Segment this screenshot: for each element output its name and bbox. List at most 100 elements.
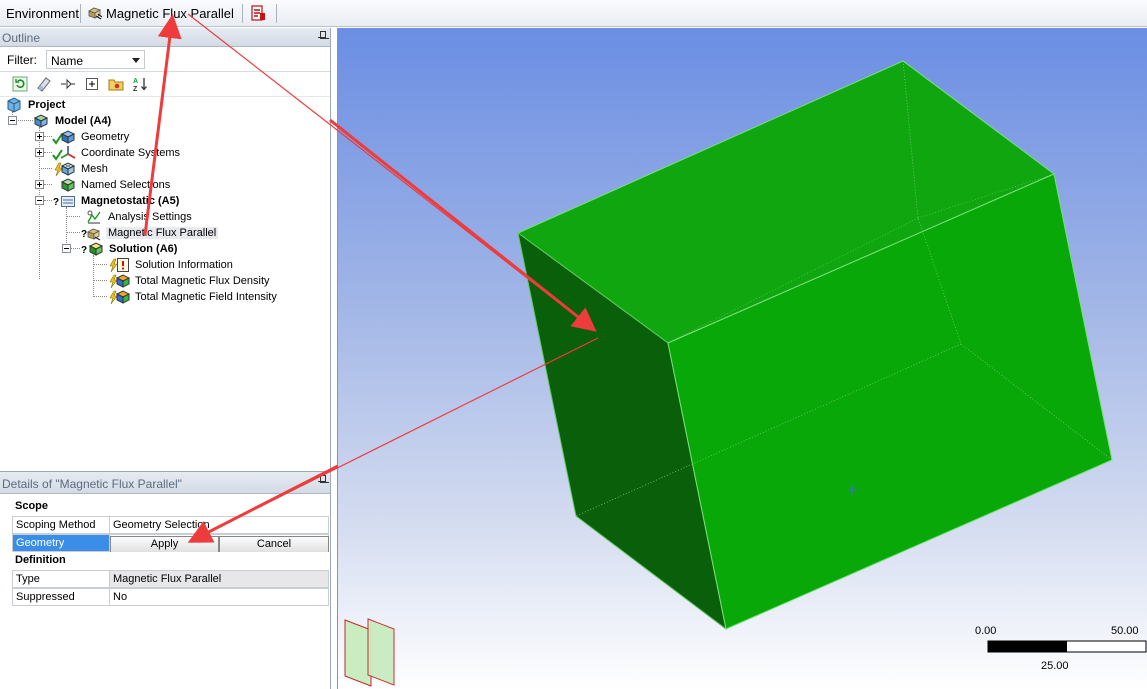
geometry-value-cell: Apply Cancel [109, 534, 329, 553]
svg-text:A: A [133, 78, 138, 85]
filter-input[interactable] [151, 50, 296, 69]
tree-item-magnetostatic[interactable]: ? Magnetostatic (A5) [52, 193, 179, 209]
group-label: Scope [0, 498, 330, 516]
tree-label: Coordinate Systems [81, 147, 181, 159]
tree-item-mesh[interactable]: Mesh [52, 161, 108, 177]
tree-expander[interactable] [35, 180, 44, 189]
tree-label: Solution Information [135, 259, 233, 271]
analysis-settings-icon [86, 209, 102, 225]
named-selection-icon [60, 177, 76, 193]
geometry-icon [60, 129, 76, 145]
folder-icon[interactable] [108, 76, 124, 92]
tree-item-model[interactable]: Model (A4) [33, 113, 111, 129]
details-row-scoping-method: Scoping Method Geometry Selection [0, 516, 330, 534]
context-toolbar: Environment Magnetic Flux Parallel [0, 0, 1147, 27]
tree-expander[interactable] [8, 116, 17, 125]
tree-item-project[interactable]: Project [6, 97, 65, 113]
scale-label-mid: 25.00 [1041, 660, 1069, 672]
tree-connector [66, 207, 67, 249]
edit-icon[interactable] [36, 76, 52, 92]
tree-item-coordinate-systems[interactable]: Coordinate Systems [52, 145, 180, 161]
sort-az-icon[interactable]: AZ [132, 76, 148, 93]
analysis-icon [60, 193, 76, 209]
property-label: Suppressed [12, 588, 109, 606]
definition-group-header[interactable]: Definition [0, 552, 330, 570]
outline-title-bar: Outline [0, 28, 330, 47]
magnetic-flux-parallel-button[interactable]: Magnetic Flux Parallel [84, 3, 237, 24]
details-row-suppressed: Suppressed No [0, 588, 330, 606]
tree-item-total-magnetic-field-intensity[interactable]: Total Magnetic Field Intensity [107, 289, 277, 305]
tree-item-named-selections[interactable]: Named Selections [60, 177, 170, 193]
tree-item-magnetic-flux-parallel[interactable]: ? Magnetic Flux Parallel [80, 225, 219, 241]
pin-icon[interactable] [318, 31, 326, 42]
outline-title: Outline [2, 31, 41, 45]
magnetic-flux-parallel-label: Magnetic Flux Parallel [106, 6, 234, 21]
filter-row: Filter: Name [0, 47, 330, 72]
tree-item-total-magnetic-flux-density[interactable]: Total Magnetic Flux Density [107, 273, 270, 289]
scale-bar [987, 640, 1147, 653]
tree-connector [44, 136, 52, 137]
details-title-bar: Details of "Magnetic Flux Parallel" [0, 472, 330, 494]
tree-label: Total Magnetic Flux Density [135, 275, 270, 287]
details-title: Details of "Magnetic Flux Parallel" [2, 477, 182, 491]
tree-expander[interactable] [62, 244, 71, 253]
filter-select[interactable]: Name [46, 50, 145, 69]
tree-item-analysis-settings[interactable]: Analysis Settings [86, 209, 192, 225]
tree-connector [93, 255, 94, 297]
tree-connector [93, 296, 107, 297]
scoping-method-select[interactable]: Geometry Selection [109, 516, 329, 534]
property-label: Scoping Method [12, 516, 109, 534]
property-label: Type [12, 570, 109, 588]
coordinate-axes-icon [60, 145, 76, 161]
details-row-type: Type Magnetic Flux Parallel [0, 570, 330, 588]
environment-menu[interactable]: Environment [6, 6, 79, 21]
tree-label: Magnetic Flux Parallel [106, 227, 219, 239]
tree-expander[interactable] [35, 132, 44, 141]
outline-icon-toolbar: AZ [0, 72, 330, 97]
info-icon [115, 257, 131, 273]
refresh-icon[interactable] [12, 76, 28, 92]
property-label[interactable]: Geometry [12, 534, 109, 552]
tree-label: Total Magnetic Field Intensity [135, 291, 277, 303]
group-label: Definition [0, 552, 330, 570]
tree-label: Magnetostatic (A5) [81, 195, 180, 207]
tree-connector [39, 168, 52, 169]
graphics-viewport[interactable]: 0.00 50.00 25.00 [337, 28, 1147, 689]
details-panel: Details of "Magnetic Flux Parallel" Scop… [0, 471, 331, 689]
collapse-icon[interactable] [60, 76, 76, 92]
tree-item-solution[interactable]: ? Solution (A6) [80, 241, 177, 257]
model-icon [33, 113, 49, 129]
scope-group-header[interactable]: Scope [0, 498, 330, 516]
project-icon [6, 97, 22, 113]
pin-icon[interactable] [318, 475, 326, 486]
tree-expander[interactable] [35, 148, 44, 157]
view-triad-icon[interactable] [344, 618, 395, 687]
tree-expander[interactable] [35, 196, 44, 205]
tree-connector [71, 248, 80, 249]
tree-connector [66, 232, 80, 233]
tree-connector [44, 184, 52, 185]
solution-icon [88, 241, 104, 257]
suppressed-select[interactable]: No [109, 588, 329, 606]
outline-tree: Project Model (A4) Geometry Coordinate S… [0, 97, 330, 467]
report-icon[interactable] [250, 5, 266, 24]
tree-item-solution-information[interactable]: Solution Information [107, 257, 233, 273]
question-icon: ? [81, 245, 88, 256]
type-value: Magnetic Flux Parallel [109, 570, 329, 588]
magnetic-flux-parallel-icon [86, 225, 102, 241]
cancel-button[interactable]: Cancel [219, 536, 329, 553]
result-icon [115, 289, 131, 305]
toolbar-separator [80, 4, 81, 23]
expand-all-icon[interactable] [84, 76, 100, 92]
question-icon: ? [53, 197, 60, 208]
apply-button[interactable]: Apply [110, 536, 219, 553]
details-row-geometry: Geometry Apply Cancel [0, 534, 330, 553]
tree-label: Project [28, 99, 66, 111]
svg-text:Z: Z [133, 86, 138, 92]
viewport-canvas [344, 60, 1147, 687]
tree-item-geometry[interactable]: Geometry [52, 129, 129, 145]
tree-connector [44, 200, 52, 201]
mesh-icon [60, 161, 76, 177]
tree-connector [93, 280, 107, 281]
filter-label: Filter: [7, 53, 37, 67]
